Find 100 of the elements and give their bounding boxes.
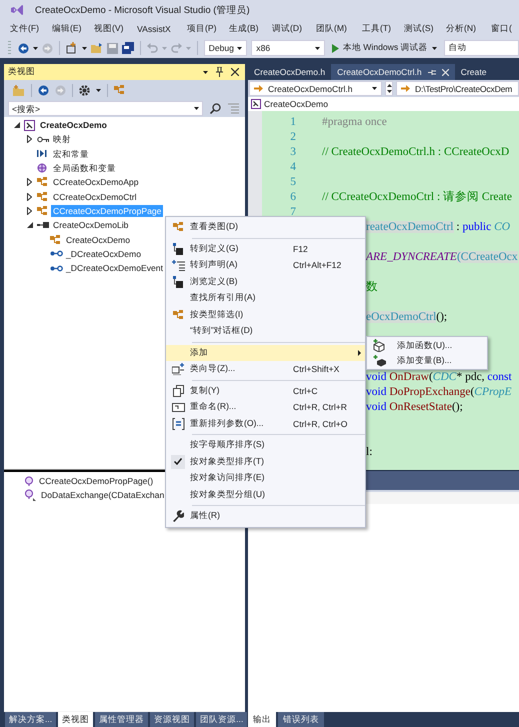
caret-icon[interactable] (372, 87, 377, 90)
menu-item[interactable]: 视图(V) (91, 23, 134, 35)
menu-item[interactable]: 属性(R) (166, 508, 365, 524)
menu-item[interactable]: 工具(T) (359, 23, 401, 35)
menu-item[interactable]: 复制(Y) Ctrl+C (166, 382, 365, 399)
tree-item[interactable]: CreateOcxDemoLib (51, 219, 130, 232)
save-all-icon[interactable] (122, 42, 134, 54)
menu-item[interactable]: 查找所有引用(A) (166, 290, 365, 306)
target-dropdown[interactable]: 自动 (444, 40, 519, 56)
panel-tab[interactable]: 输出 (248, 712, 276, 727)
tree-item[interactable]: CreateOcxDemo (38, 119, 109, 132)
expanded-arrow-icon[interactable] (26, 222, 32, 228)
search-icon[interactable] (210, 103, 221, 114)
collapsed-arrow-icon[interactable] (27, 192, 32, 201)
wrench-icon (172, 510, 184, 522)
menu-item[interactable]: “转到”对话框(D) (166, 323, 365, 340)
new-project-icon[interactable] (66, 42, 78, 54)
menu-item[interactable]: 按类型筛选(I) (166, 306, 365, 323)
menu-item[interactable]: 转到定义(G) F12 (166, 240, 365, 257)
back-icon[interactable] (38, 84, 49, 96)
menu-item[interactable]: 按对象类型排序(T) (166, 454, 365, 470)
panel-tab[interactable]: 解决方案... (5, 712, 56, 727)
tree-item[interactable]: 全局函数和变量 (51, 162, 118, 174)
panel-tab[interactable]: 错误列表 (278, 712, 324, 727)
close-icon[interactable] (231, 68, 239, 76)
menu-item[interactable]: 浏览定义(B) (166, 274, 365, 290)
editor-tab[interactable]: Create (454, 64, 492, 80)
menu-item[interactable]: 团队(M) (313, 23, 359, 35)
add-variable-icon (373, 354, 386, 366)
code-line: #pragma once (322, 116, 387, 128)
settings-icon[interactable] (79, 84, 90, 96)
member-item[interactable]: DoDataExchange(CDataExchan (41, 490, 164, 500)
tree-item[interactable]: 宏和常量 (51, 148, 91, 160)
line-number: 7 (289, 206, 296, 218)
caret-icon[interactable] (194, 107, 199, 110)
menu-item[interactable]: 重命名(R)... Ctrl+R, Ctrl+R (166, 399, 365, 416)
panel-tab[interactable]: 团队资源... (196, 712, 248, 727)
collapsed-arrow-icon[interactable] (27, 178, 32, 186)
tree-item[interactable]: _DCreateOcxDemo (64, 248, 143, 260)
menu-item[interactable]: 添加 (166, 344, 365, 361)
search-field[interactable]: <搜索> (8, 101, 203, 116)
spin-button[interactable] (385, 81, 393, 96)
panel-tab[interactable]: 类视图 (58, 712, 94, 727)
panel-tab[interactable]: 属性管理器 (95, 712, 148, 727)
menu-item[interactable]: 文件(F) (7, 23, 49, 35)
tree-item[interactable]: CCreateOcxDemoApp (51, 176, 140, 188)
expanded-arrow-icon[interactable] (14, 122, 20, 128)
back-icon[interactable] (18, 42, 29, 54)
caret-icon[interactable] (203, 70, 208, 74)
editor-tab[interactable]: CreateOcxDemo.h (248, 64, 332, 80)
submenu-arrow-icon (358, 350, 361, 356)
panel-tab[interactable]: 资源视图 (150, 712, 194, 727)
file-dropdown[interactable]: CreateOcxDemoCtrl.h (249, 81, 382, 96)
collapsed-arrow-icon[interactable] (27, 206, 32, 215)
menu-item[interactable]: 重新排列参数(O)... Ctrl+R, Ctrl+O (166, 416, 365, 432)
menu-item[interactable]: 按对象访问排序(E) (166, 470, 365, 486)
menu-item[interactable]: 测试(S) (401, 23, 443, 35)
tree-item[interactable]: CCreateOcxDemoCtrl (51, 190, 139, 203)
tree-item[interactable]: 映射 (51, 133, 73, 146)
pin-icon[interactable] (216, 67, 223, 77)
menu-item[interactable]: 编辑(E) (49, 23, 91, 35)
caret-icon[interactable] (82, 46, 87, 50)
method-icon (24, 476, 34, 486)
path-dropdown[interactable]: D:\TestPro\CreateOcxDem (396, 81, 519, 96)
menu-item[interactable]: 生成(B) (226, 23, 269, 35)
class-icon (37, 206, 48, 216)
menu-item[interactable]: 转到声明(A) Ctrl+Alt+F12 (166, 257, 365, 274)
menu-item[interactable]: 按字母顺序排序(S) (166, 437, 365, 454)
menu-item[interactable]: 分析(N) (443, 23, 488, 35)
reorder-parameters-icon (172, 418, 184, 430)
member-item[interactable]: CCreateOcxDemoPropPage() (39, 476, 154, 486)
menu-item[interactable]: 添加变量(B)... (367, 353, 487, 368)
window-title: CreateOcxDemo - Microsoft Visual Studio (管理员) (35, 4, 250, 16)
collapsed-arrow-icon[interactable] (27, 135, 32, 144)
menu-item[interactable]: VAssistX (134, 24, 184, 34)
menu-item[interactable]: 按对象类型分组(U) (166, 486, 365, 503)
menu-item[interactable]: 窗口( (488, 23, 518, 35)
menu-item[interactable]: 查看类图(D) (166, 219, 365, 236)
class-icon (172, 310, 184, 320)
menu-item[interactable]: 调试(D) (269, 23, 313, 35)
configuration-dropdown[interactable]: Debug (204, 40, 248, 56)
line-number: 4 (289, 160, 296, 172)
caret-icon[interactable] (32, 46, 38, 50)
tree-item[interactable]: CreateOcxDemo (64, 234, 132, 246)
menu-item[interactable]: 添加函数(U)... (367, 338, 487, 353)
key-icon (37, 136, 50, 143)
menu-item[interactable]: 项目(P) (184, 23, 226, 35)
protected-method-icon (24, 489, 36, 501)
caret-icon[interactable] (432, 46, 437, 50)
go-to-definition-icon (172, 276, 184, 288)
tree-item[interactable]: _DCreateOcxDemoEvent (64, 262, 165, 274)
caret-icon[interactable] (314, 46, 320, 50)
caret-icon[interactable] (237, 46, 242, 50)
menu-item[interactable]: 类向导(Z)... Ctrl+Shift+X (166, 361, 365, 378)
caret-icon[interactable] (96, 88, 101, 92)
platform-dropdown[interactable]: x86 (251, 40, 325, 56)
start-debugging-button[interactable]: 本地 Windows 调试器 (328, 42, 440, 54)
open-folder-icon[interactable] (90, 42, 103, 54)
code-line: // CCreateOcxDemoCtrl : 请参阅 Create (322, 190, 512, 202)
class-icon (50, 234, 61, 245)
